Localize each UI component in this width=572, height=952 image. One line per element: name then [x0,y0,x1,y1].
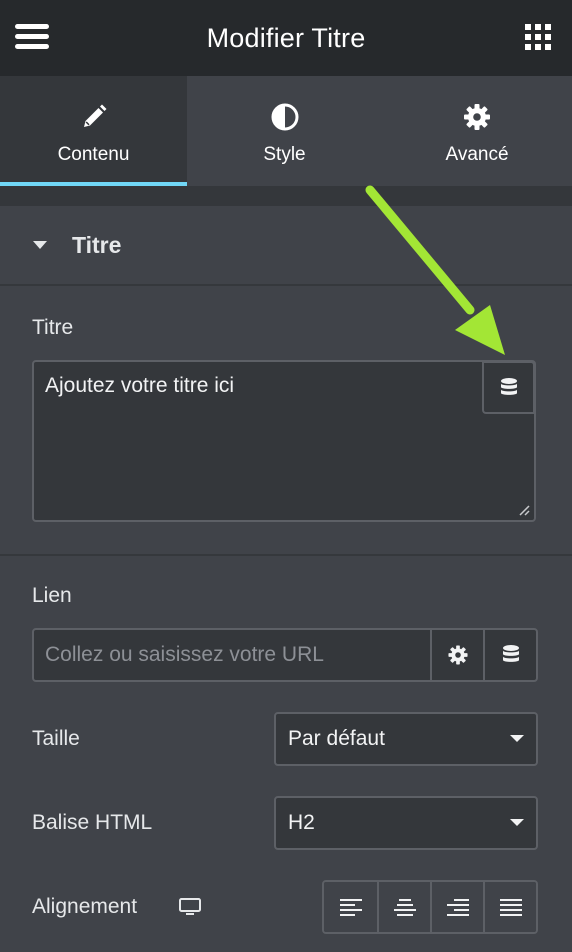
resize-handle-icon[interactable] [518,504,530,516]
tab-label: Style [263,144,306,165]
gear-icon [464,104,490,130]
tab-label: Avancé [445,144,509,165]
taille-label: Taille [32,727,80,750]
tab-style[interactable]: Style [187,76,382,186]
align-left-icon [339,899,362,916]
desktop-monitor-icon[interactable] [178,897,202,917]
divider [0,284,572,286]
tab-contenu[interactable]: Contenu [0,76,187,186]
alignment-button-group [322,880,538,934]
tab-avance[interactable]: Avancé [382,76,572,186]
titre-value[interactable]: Ajoutez votre titre ici [45,374,234,398]
titre-textarea[interactable]: Ajoutez votre titre ici [32,360,536,522]
panel-header: Modifier Titre [0,0,572,76]
align-right-button[interactable] [430,882,483,932]
alignement-label: Alignement [32,895,138,918]
dynamic-tags-button[interactable] [483,630,536,680]
titre-label: Titre [32,316,74,339]
align-right-icon [446,899,469,916]
balise-label: Balise HTML [32,811,153,834]
panel-title: Modifier Titre [206,22,366,53]
align-justify-icon [499,899,522,916]
url-field [32,628,538,682]
caret-down-icon [510,735,524,742]
link-options-button[interactable] [430,630,483,680]
taille-value: Par défaut [288,727,385,750]
align-justify-button[interactable] [483,882,536,932]
caret-down-icon [510,819,524,826]
url-input[interactable] [34,630,430,680]
balise-html-select[interactable]: H2 [274,796,538,850]
lien-label: Lien [32,584,72,607]
panel-tabs: Contenu Style Avancé [0,76,572,186]
pencil-icon [83,104,106,127]
align-center-icon [393,899,416,916]
dynamic-tags-button[interactable] [482,361,535,414]
section-title: Titre [72,231,122,258]
tab-label: Contenu [57,144,130,165]
balise-value: H2 [288,811,315,834]
tabs-divider [0,186,572,206]
database-icon [502,645,519,662]
caret-down-icon [33,241,47,249]
contrast-icon [271,103,298,131]
divider [0,554,572,556]
database-icon [500,377,517,395]
gear-icon [447,645,468,665]
hamburger-menu-icon[interactable] [15,24,49,50]
align-left-button[interactable] [324,882,377,932]
section-toggle-titre[interactable]: Titre [0,206,572,285]
taille-select[interactable]: Par défaut [274,712,538,766]
align-center-button[interactable] [377,882,430,932]
widgets-grid-icon[interactable] [525,24,551,50]
